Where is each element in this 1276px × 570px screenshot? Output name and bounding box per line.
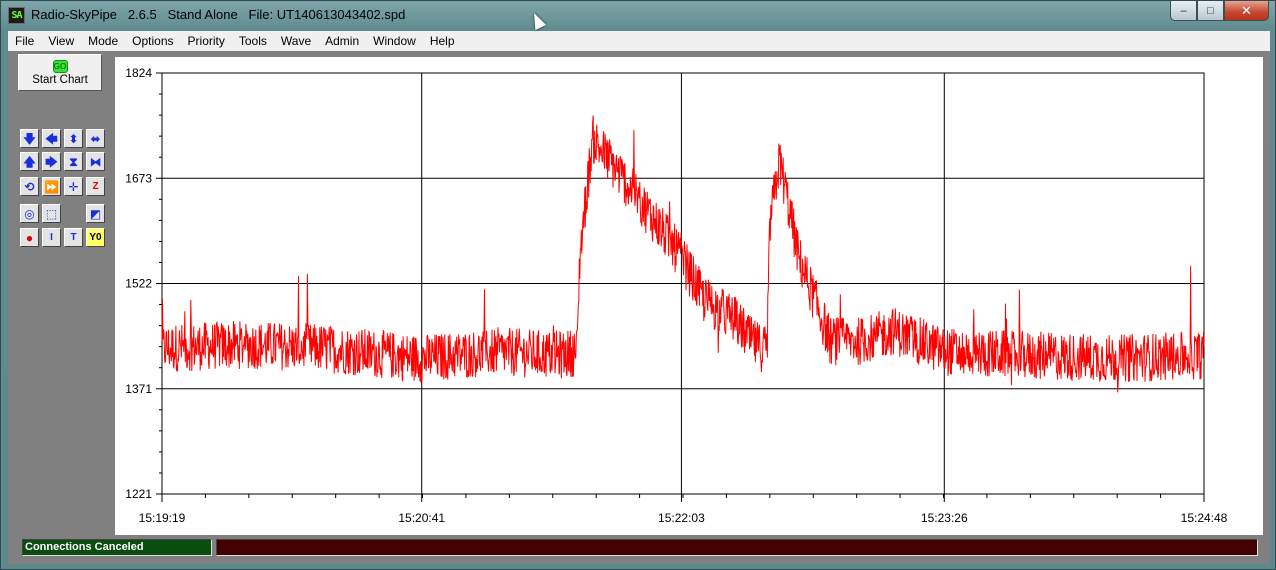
menu-help[interactable]: Help bbox=[423, 34, 462, 48]
x-tick-label: 15:20:41 bbox=[398, 511, 445, 525]
y-tick-label: 1371 bbox=[125, 382, 152, 396]
scroll-up-icon: 🡅 bbox=[23, 154, 36, 169]
y-zero-icon: Y0 bbox=[89, 231, 102, 243]
insert-marker-button[interactable]: I bbox=[42, 228, 61, 247]
expand-vertical-button[interactable]: ⬍ bbox=[64, 129, 83, 148]
fast-forward-button[interactable]: ⏩ bbox=[42, 177, 61, 196]
menu-tools[interactable]: Tools bbox=[232, 34, 274, 48]
window-controls: – □ ✕ bbox=[1170, 1, 1269, 21]
x-tick-label: 15:22:03 bbox=[658, 511, 705, 525]
scroll-left-icon: 🡄 bbox=[45, 131, 58, 146]
expand-horizontal-icon: ⬌ bbox=[90, 131, 101, 146]
record-icon: ● bbox=[25, 230, 34, 245]
fast-forward-icon: ⏩ bbox=[44, 179, 59, 194]
scroll-left-button[interactable]: 🡄 bbox=[42, 129, 61, 148]
x-tick-label: 15:24:48 bbox=[1181, 511, 1228, 525]
record-button[interactable]: ● bbox=[20, 228, 39, 247]
maximize-button[interactable]: □ bbox=[1197, 1, 1224, 21]
scroll-down-button[interactable]: 🡇 bbox=[20, 129, 39, 148]
compress-vertical-button[interactable]: ⧗ bbox=[64, 152, 83, 171]
zoom-circle-button[interactable]: ◎ bbox=[20, 204, 39, 223]
minimize-button[interactable]: – bbox=[1170, 1, 1197, 21]
select-region-button[interactable]: ⬚ bbox=[42, 204, 61, 223]
x-tick-label: 15:23:26 bbox=[921, 511, 968, 525]
window-title: Radio-SkyPipe 2.6.5 Stand Alone File: UT… bbox=[31, 7, 406, 22]
y-zero-button[interactable]: Y0 bbox=[86, 228, 105, 247]
client-area: GO Start Chart 🡇 🡄 ⬍ ⬌ 🡅 🡆 ⧗ ⧓ ⟲ ⏩ ✛ Z ◎ ⬚ ◩ ● I T Y0 1824… bbox=[8, 51, 1270, 564]
start-chart-label: Start Chart bbox=[32, 73, 88, 86]
strip-chart-button[interactable]: ◩ bbox=[86, 204, 105, 223]
strip-chart-icon: ◩ bbox=[89, 206, 102, 221]
menu-file[interactable]: File bbox=[8, 34, 41, 48]
expand-horizontal-button[interactable]: ⬌ bbox=[86, 129, 105, 148]
scroll-right-icon: 🡆 bbox=[45, 154, 58, 169]
y-tick-label: 1522 bbox=[125, 277, 152, 291]
menu-priority[interactable]: Priority bbox=[181, 34, 232, 48]
close-button[interactable]: ✕ bbox=[1224, 1, 1269, 21]
refresh-icon: ⟲ bbox=[24, 179, 35, 194]
zoom-box-icon: Z bbox=[92, 180, 99, 192]
menu-bar: File View Mode Options Priority Tools Wave Admi… bbox=[8, 31, 1270, 51]
select-region-icon: ⬚ bbox=[45, 206, 58, 221]
refresh-button[interactable]: ⟲ bbox=[20, 177, 39, 196]
y-tick-label: 1824 bbox=[125, 66, 152, 80]
menu-wave[interactable]: Wave bbox=[274, 34, 318, 48]
zoom-circle-icon: ◎ bbox=[24, 206, 35, 221]
text-annotation-icon: T bbox=[70, 231, 77, 243]
y-tick-label: 1673 bbox=[125, 171, 152, 185]
scroll-right-button[interactable]: 🡆 bbox=[42, 152, 61, 171]
compress-horizontal-button[interactable]: ⧓ bbox=[86, 152, 105, 171]
text-annotation-button[interactable]: T bbox=[64, 228, 83, 247]
menu-view[interactable]: View bbox=[41, 34, 81, 48]
crosshair-icon: ✛ bbox=[68, 179, 79, 194]
menu-options[interactable]: Options bbox=[125, 34, 180, 48]
compress-horizontal-icon: ⧓ bbox=[89, 154, 102, 169]
menu-mode[interactable]: Mode bbox=[81, 34, 125, 48]
app-icon[interactable]: SA bbox=[8, 7, 25, 24]
start-chart-button[interactable]: GO Start Chart bbox=[18, 54, 102, 91]
menu-window[interactable]: Window bbox=[366, 34, 423, 48]
go-icon: GO bbox=[52, 59, 68, 73]
title-bar[interactable]: SA Radio-SkyPipe 2.6.5 Stand Alone File:… bbox=[1, 1, 1275, 31]
y-tick-label: 1221 bbox=[125, 487, 152, 501]
scroll-up-button[interactable]: 🡅 bbox=[20, 152, 39, 171]
expand-vertical-icon: ⬍ bbox=[68, 131, 79, 146]
scroll-down-icon: 🡇 bbox=[23, 131, 36, 146]
chart-panel[interactable]: 1824 1673 1522 1371 1221 15:19:19 15:20:41 15:2… bbox=[115, 57, 1263, 535]
zoom-box-button[interactable]: Z bbox=[86, 177, 105, 196]
compress-vertical-icon: ⧗ bbox=[69, 154, 78, 169]
strip-chart[interactable]: 1824 1673 1522 1371 1221 15:19:19 15:20:41 15:2… bbox=[115, 57, 1263, 535]
insert-marker-icon: I bbox=[50, 231, 53, 243]
crosshair-button[interactable]: ✛ bbox=[64, 177, 83, 196]
connection-status: Connections Canceled bbox=[22, 539, 212, 556]
menu-admin[interactable]: Admin bbox=[318, 34, 366, 48]
x-tick-label: 15:19:19 bbox=[139, 511, 186, 525]
status-message-bar bbox=[216, 539, 1258, 556]
application-window: SA Radio-SkyPipe 2.6.5 Stand Alone File:… bbox=[0, 0, 1276, 570]
